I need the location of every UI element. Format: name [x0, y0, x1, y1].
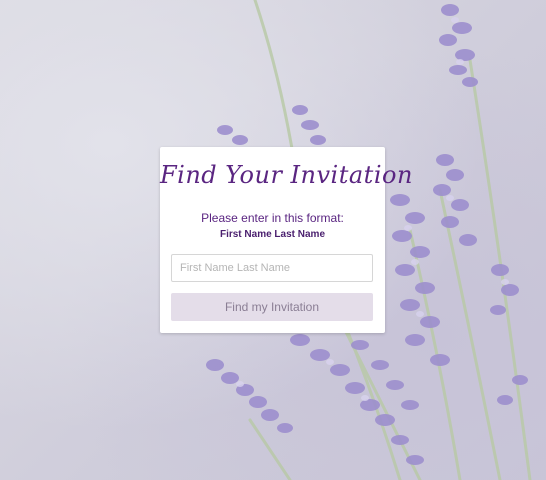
page-title: Find Your Invitation [160, 161, 413, 189]
format-instruction: Please enter in this format: [201, 211, 344, 225]
name-input[interactable] [171, 254, 373, 282]
format-example: First Name Last Name [219, 229, 326, 240]
find-invitation-button[interactable]: Find my Invitation [171, 293, 373, 321]
invitation-search-card: Find Your Invitation Please enter in thi… [160, 147, 413, 333]
